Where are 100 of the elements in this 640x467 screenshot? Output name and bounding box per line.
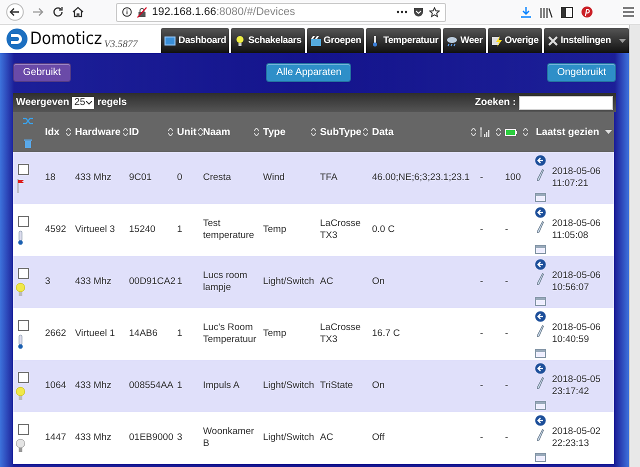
filter-button[interactable]: Gebruikt — [13, 62, 71, 82]
table-cell: 2018-05-02 22:23:13 — [552, 426, 601, 449]
pin-icon[interactable] — [581, 6, 593, 18]
row-checkbox[interactable] — [18, 372, 29, 382]
table-cell: 1 — [177, 380, 182, 391]
table-cell: On — [372, 380, 385, 391]
table-cell: 2018-05-06 10:56:07 — [552, 270, 601, 293]
back-icon[interactable] — [6, 3, 24, 21]
table-cell: Impuls A — [203, 380, 240, 391]
row-checkbox[interactable] — [18, 268, 29, 278]
filter-button[interactable]: Alle Apparaten — [266, 62, 352, 82]
dashboard-icon — [164, 34, 176, 46]
reload-icon[interactable] — [52, 6, 64, 18]
table-cell: TriState — [320, 380, 353, 391]
app-logo-text: Domoticz — [30, 28, 102, 50]
back-arrow-icon[interactable] — [534, 414, 546, 426]
nav-button[interactable]: Weer — [443, 28, 486, 53]
address-bar[interactable]: 192.168.1.66:8080/#/Devices — [116, 2, 446, 22]
sort-icon[interactable] — [254, 128, 259, 136]
table-cell: 01EB9000 — [129, 432, 174, 443]
table-cell: Temp — [263, 328, 286, 339]
search-label: Zoeken : — [474, 97, 516, 108]
caret-icon — [86, 100, 92, 104]
table-cell: - — [480, 224, 484, 235]
home-icon[interactable] — [72, 6, 84, 18]
page-size-select[interactable]: 25 — [72, 96, 94, 108]
lightbulb-icon — [15, 386, 26, 400]
star-icon[interactable] — [429, 6, 440, 18]
nav-button[interactable]: Groepen — [306, 28, 364, 53]
signal-icon — [480, 127, 490, 137]
table-cell: Light/Switch — [263, 380, 314, 391]
back-arrow-icon[interactable] — [534, 154, 546, 166]
pencil-icon[interactable] — [536, 168, 544, 180]
filter-button[interactable]: Ongebruikt — [547, 62, 616, 82]
table-cell: - — [505, 380, 508, 391]
row-checkbox[interactable] — [18, 216, 29, 226]
table-cell: 2662 — [45, 328, 66, 339]
pocket-icon[interactable] — [413, 7, 424, 17]
table-cell: Lucs room lampje — [203, 270, 248, 293]
table-cell: Luc's Room Temperatuur — [203, 322, 256, 345]
nav-button[interactable]: Dashboard — [161, 28, 230, 53]
sidebar-icon[interactable] — [561, 6, 573, 18]
table-cell: - — [480, 276, 484, 287]
sort-icon[interactable] — [122, 128, 128, 136]
nav-button[interactable]: Temperatuur — [366, 28, 442, 53]
table-cell: 1 — [177, 224, 182, 235]
row-checkbox[interactable] — [18, 164, 29, 174]
log-icon[interactable] — [534, 400, 546, 410]
nav-button[interactable]: Schakelaars — [231, 28, 305, 53]
pencil-icon[interactable] — [536, 428, 544, 440]
pencil-icon[interactable] — [536, 220, 544, 232]
sort-icon[interactable] — [66, 128, 71, 136]
log-icon[interactable] — [534, 192, 546, 202]
download-icon[interactable] — [520, 6, 532, 18]
nav-button[interactable]: Overige — [488, 28, 542, 53]
scrollbar[interactable] — [629, 25, 640, 467]
sort-icon[interactable] — [496, 128, 501, 136]
column-header[interactable]: Type — [263, 126, 286, 138]
logo-icon — [6, 28, 28, 50]
log-icon[interactable] — [534, 296, 546, 306]
table-cell: 2018-05-05 23:17:42 — [552, 374, 601, 397]
table-cell: 9C01 — [129, 172, 152, 183]
column-header[interactable]: ID — [129, 126, 139, 138]
more-icon[interactable] — [396, 10, 408, 14]
column-header[interactable]: Naam — [203, 126, 230, 138]
table-cell: LaCrosse TX3 — [320, 322, 361, 345]
pencil-icon[interactable] — [536, 376, 544, 388]
sort-icon[interactable] — [168, 128, 173, 136]
table-cell: 433 Mhz — [75, 432, 112, 443]
back-arrow-icon[interactable] — [534, 206, 546, 218]
log-icon[interactable] — [534, 348, 546, 358]
table-cell: 433 Mhz — [75, 380, 112, 391]
sort-icon[interactable] — [311, 128, 316, 136]
sort-icon[interactable] — [471, 128, 476, 136]
trash-icon[interactable] — [24, 138, 32, 148]
log-icon[interactable] — [534, 452, 546, 462]
nav-button[interactable]: Instellingen — [544, 28, 629, 53]
sort-icon[interactable] — [363, 128, 368, 136]
show-label: Weergeven — [16, 97, 70, 108]
pencil-icon[interactable] — [536, 324, 544, 336]
sort-icon[interactable] — [523, 128, 528, 136]
column-header[interactable]: Data — [372, 126, 394, 138]
library-icon[interactable] — [540, 6, 553, 18]
back-arrow-icon[interactable] — [534, 258, 546, 270]
menu-icon[interactable] — [623, 7, 634, 17]
column-header[interactable]: Idx — [45, 126, 60, 138]
forward-icon[interactable] — [32, 6, 44, 18]
pencil-icon[interactable] — [536, 272, 544, 284]
log-icon[interactable] — [534, 244, 546, 254]
back-arrow-icon[interactable] — [534, 362, 546, 374]
table-cell: TFA — [320, 172, 338, 183]
table-cell: 0 — [177, 172, 182, 183]
search-field[interactable] — [519, 96, 613, 110]
sort-descending-icon[interactable] — [605, 130, 612, 134]
table-cell: - — [480, 328, 484, 339]
switches-icon — [234, 34, 246, 46]
row-checkbox[interactable] — [18, 320, 29, 330]
back-arrow-icon[interactable] — [534, 310, 546, 322]
sort-icon[interactable] — [198, 128, 204, 136]
row-checkbox[interactable] — [18, 424, 29, 434]
